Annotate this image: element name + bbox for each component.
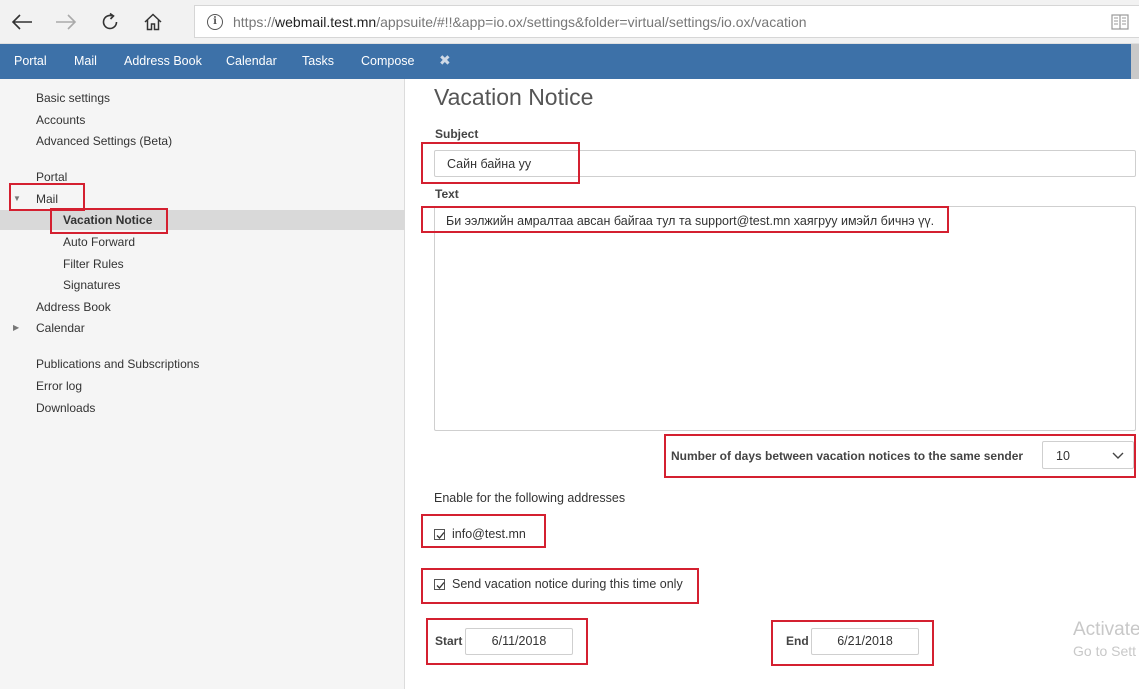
sidebar-item-filter-rules[interactable]: Filter Rules bbox=[63, 257, 124, 271]
caret-right-icon[interactable]: ▶ bbox=[13, 323, 19, 332]
sidebar-item-publications[interactable]: Publications and Subscriptions bbox=[36, 357, 199, 371]
address-checkbox[interactable] bbox=[434, 529, 445, 540]
check-icon bbox=[436, 582, 445, 589]
sidebar-item-auto-forward[interactable]: Auto Forward bbox=[63, 235, 135, 249]
back-arrow-icon bbox=[11, 14, 32, 30]
text-label: Text bbox=[435, 187, 459, 201]
forward-button[interactable] bbox=[50, 6, 82, 38]
refresh-icon bbox=[102, 12, 118, 30]
subject-value: Сайн байна уу bbox=[447, 156, 532, 171]
refresh-button[interactable] bbox=[94, 6, 126, 38]
days-select[interactable]: 10 bbox=[1042, 441, 1134, 469]
home-icon bbox=[144, 13, 162, 31]
scrollbar[interactable] bbox=[1131, 44, 1139, 79]
enable-addresses-label: Enable for the following addresses bbox=[434, 491, 626, 505]
home-button[interactable] bbox=[137, 6, 169, 38]
tab-portal[interactable]: Portal bbox=[14, 54, 47, 68]
reading-view-icon[interactable] bbox=[1111, 14, 1129, 30]
chevron-down-icon bbox=[1112, 452, 1124, 459]
days-value: 10 bbox=[1056, 449, 1070, 463]
subject-input[interactable]: Сайн байна уу bbox=[434, 150, 1136, 177]
tab-mail[interactable]: Mail bbox=[74, 54, 97, 68]
sidebar-item-signatures[interactable]: Signatures bbox=[63, 278, 120, 292]
check-icon bbox=[436, 532, 445, 539]
browser-toolbar: i https://webmail.test.mn/appsuite/#!!&a… bbox=[0, 0, 1139, 44]
start-label: Start bbox=[435, 634, 463, 648]
sidebar-item-portal[interactable]: Portal bbox=[36, 170, 67, 184]
selected-row-highlight bbox=[0, 210, 405, 230]
url-text: https://webmail.test.mn/appsuite/#!!&app… bbox=[233, 14, 807, 30]
tab-calendar[interactable]: Calendar bbox=[226, 54, 277, 68]
settings-sidebar: Basic settings Accounts Advanced Setting… bbox=[0, 79, 405, 689]
start-date-input[interactable]: 6/11/2018 bbox=[465, 628, 573, 655]
sidebar-item-mail[interactable]: Mail bbox=[36, 192, 58, 206]
tab-address-book[interactable]: Address Book bbox=[124, 54, 202, 68]
tab-tasks[interactable]: Tasks bbox=[302, 54, 334, 68]
back-button[interactable] bbox=[6, 6, 38, 38]
end-date-input[interactable]: 6/21/2018 bbox=[811, 628, 919, 655]
app-top-bar: Portal Mail Address Book Calendar Tasks … bbox=[0, 44, 1139, 79]
text-area[interactable]: Би ээлжийн амралтаа авсан байгаа тул та … bbox=[434, 206, 1136, 431]
activation-watermark-title: Activate bbox=[1073, 619, 1139, 640]
forward-arrow-icon bbox=[56, 14, 77, 30]
caret-down-icon[interactable]: ▼ bbox=[13, 194, 21, 203]
vacation-notice-panel: Vacation Notice Subject Сайн байна уу Te… bbox=[406, 79, 1139, 689]
address-bar[interactable]: i https://webmail.test.mn/appsuite/#!!&a… bbox=[194, 5, 1139, 38]
sidebar-item-vacation-notice[interactable]: Vacation Notice bbox=[63, 213, 152, 227]
subject-label: Subject bbox=[435, 127, 479, 141]
activation-watermark-subtitle: Go to Sett bbox=[1073, 643, 1137, 659]
time-only-label[interactable]: Send vacation notice during this time on… bbox=[452, 577, 683, 591]
address-label[interactable]: info@test.mn bbox=[452, 527, 526, 541]
sidebar-item-advanced-settings[interactable]: Advanced Settings (Beta) bbox=[36, 134, 172, 148]
time-only-checkbox[interactable] bbox=[434, 579, 445, 590]
days-label: Number of days between vacation notices … bbox=[671, 449, 1024, 463]
sidebar-item-accounts[interactable]: Accounts bbox=[36, 113, 85, 127]
close-icon[interactable]: ✖ bbox=[439, 52, 451, 69]
sidebar-item-basic-settings[interactable]: Basic settings bbox=[36, 91, 110, 105]
end-label: End bbox=[786, 634, 809, 648]
sidebar-item-error-log[interactable]: Error log bbox=[36, 379, 82, 393]
tab-compose[interactable]: Compose bbox=[361, 54, 415, 68]
text-value: Би ээлжийн амралтаа авсан байгаа тул та … bbox=[446, 214, 935, 228]
page-title: Vacation Notice bbox=[434, 84, 594, 110]
info-icon[interactable]: i bbox=[207, 14, 223, 30]
sidebar-item-downloads[interactable]: Downloads bbox=[36, 401, 95, 415]
sidebar-item-calendar[interactable]: Calendar bbox=[36, 321, 85, 335]
sidebar-item-address-book[interactable]: Address Book bbox=[36, 300, 111, 314]
